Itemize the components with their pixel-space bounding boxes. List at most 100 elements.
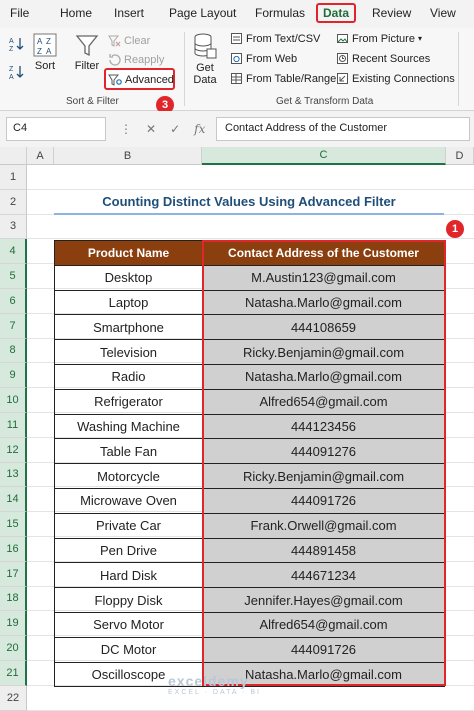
cell-contact-address[interactable]: 444108659 [202, 314, 445, 341]
cell-product-name[interactable]: Refrigerator [54, 388, 203, 415]
cell-product-name[interactable]: Pen Drive [54, 537, 203, 564]
text-file-icon [231, 33, 242, 44]
tab-page-layout[interactable]: Page Layout [169, 6, 236, 20]
get-data-button[interactable]: Get Data [192, 32, 218, 86]
cell-product-name[interactable]: Microwave Oven [54, 487, 203, 514]
table-row: Table Fan 444091276 [54, 438, 445, 465]
row-header[interactable]: 21 [0, 661, 27, 686]
column-header-b[interactable]: B [54, 147, 202, 165]
tab-home[interactable]: Home [60, 6, 92, 20]
cell-product-name[interactable]: Hard Disk [54, 562, 203, 589]
recent-sources-icon [337, 53, 348, 64]
cancel-icon[interactable]: ✕ [146, 122, 156, 136]
cell-product-name[interactable]: Motorcycle [54, 463, 203, 489]
sort-az-icon[interactable]: AZ [8, 36, 24, 52]
advanced-button-content[interactable]: Advanced [108, 73, 174, 86]
cell-contact-address[interactable]: 444091276 [202, 438, 445, 465]
tab-review[interactable]: Review [372, 6, 411, 20]
gridline [27, 709, 474, 711]
row-header[interactable]: 14 [0, 487, 27, 513]
cell-contact-address[interactable]: Ricky.Benjamin@gmail.com [202, 339, 445, 365]
table-row: Servo Motor Alfred654@gmail.com [54, 611, 445, 638]
cell-contact-address[interactable]: Natasha.Marlo@gmail.com [202, 363, 445, 390]
row-header[interactable]: 11 [0, 413, 27, 438]
row-header[interactable]: 17 [0, 561, 27, 587]
cell-product-name[interactable]: Laptop [54, 289, 203, 316]
tab-insert[interactable]: Insert [114, 6, 144, 20]
from-text-csv-button[interactable]: From Text/CSV [230, 32, 320, 45]
cell-contact-address[interactable]: 444091726 [202, 487, 445, 514]
cell-contact-address[interactable]: Jennifer.Hayes@gmail.com [202, 587, 445, 613]
header-contact-address[interactable]: Contact Address of the Customer [202, 240, 445, 266]
row-header[interactable]: 6 [0, 289, 27, 314]
tab-view[interactable]: View [430, 6, 456, 20]
row-header[interactable]: 3 [0, 214, 27, 240]
cell-contact-address[interactable]: Alfred654@gmail.com [202, 611, 445, 638]
row-header[interactable]: 7 [0, 313, 27, 339]
sort-za-icon[interactable]: ZA [8, 64, 24, 80]
column-header-a[interactable]: A [27, 147, 54, 165]
row-header[interactable]: 1 [0, 165, 27, 190]
existing-connections-button[interactable]: Existing Connections [336, 72, 455, 85]
row-header[interactable]: 2 [0, 189, 27, 215]
get-data-label-1: Get [196, 62, 214, 74]
select-all-corner[interactable] [0, 147, 27, 165]
column-header-d[interactable]: D [446, 147, 474, 165]
cell-contact-address[interactable]: 444671234 [202, 562, 445, 589]
reapply-button[interactable]: Reapply [108, 53, 164, 66]
formula-input[interactable]: Contact Address of the Customer [216, 117, 470, 141]
ribbon-data: AZ ZA AZZA Sort Filter Clear Reapply Adv… [0, 28, 474, 114]
row-header[interactable]: 19 [0, 611, 27, 637]
svg-text:Z: Z [37, 47, 42, 56]
cell-contact-address[interactable]: Ricky.Benjamin@gmail.com [202, 463, 445, 489]
filter-button[interactable]: Filter [74, 32, 100, 72]
cell-contact-address[interactable]: Natasha.Marlo@gmail.com [202, 289, 445, 316]
row-header[interactable]: 13 [0, 462, 27, 488]
cell-contact-address[interactable]: M.Austin123@gmail.com [202, 264, 445, 291]
from-picture-button[interactable]: From Picture ▾ [336, 32, 422, 45]
cell-contact-address[interactable]: 444891458 [202, 537, 445, 564]
cell-product-name[interactable]: Radio [54, 363, 203, 390]
cell-product-name[interactable]: Television [54, 339, 203, 365]
cell-product-name[interactable]: Smartphone [54, 314, 203, 341]
row-header[interactable]: 4 [0, 239, 27, 265]
name-box[interactable]: C4 [6, 117, 106, 141]
from-web-button[interactable]: From Web [230, 52, 297, 65]
column-header-c[interactable]: C [202, 147, 446, 165]
cell-product-name[interactable]: Private Car [54, 512, 203, 539]
row-header[interactable]: 18 [0, 586, 27, 612]
header-product-name[interactable]: Product Name [54, 240, 203, 266]
tab-formulas[interactable]: Formulas [255, 6, 305, 20]
row-header[interactable]: 5 [0, 264, 27, 289]
row-header[interactable]: 20 [0, 636, 27, 661]
cell-product-name[interactable]: Floppy Disk [54, 587, 203, 613]
row-header[interactable]: 22 [0, 685, 27, 711]
row-header[interactable]: 9 [0, 363, 27, 389]
cell-product-name[interactable]: Servo Motor [54, 611, 203, 638]
row-header[interactable]: 12 [0, 437, 27, 463]
advanced-filter-icon [108, 74, 122, 86]
row-header[interactable]: 16 [0, 537, 27, 562]
from-table-range-button[interactable]: From Table/Range [230, 72, 336, 85]
row-header[interactable]: 8 [0, 338, 27, 364]
tab-file[interactable]: File [10, 6, 29, 20]
group-divider [184, 32, 185, 106]
formula-controls: ⋮ ✕ ✓ fx [114, 117, 214, 141]
row-header[interactable]: 10 [0, 388, 27, 413]
cell-product-name[interactable]: Washing Machine [54, 413, 203, 440]
cell-contact-address[interactable]: 444091726 [202, 636, 445, 663]
sort-button[interactable]: AZZA Sort [32, 32, 58, 72]
cell-contact-address[interactable]: Alfred654@gmail.com [202, 388, 445, 415]
cell-product-name[interactable]: Desktop [54, 264, 203, 291]
tab-data[interactable]: Data [316, 3, 357, 23]
enter-icon[interactable]: ✓ [170, 122, 180, 136]
row-header[interactable]: 15 [0, 512, 27, 537]
filter-label: Filter [74, 60, 100, 72]
function-icon[interactable]: fx [194, 122, 205, 136]
recent-sources-button[interactable]: Recent Sources [336, 52, 430, 65]
cell-product-name[interactable]: DC Motor [54, 636, 203, 663]
cell-contact-address[interactable]: Frank.Orwell@gmail.com [202, 512, 445, 539]
cell-contact-address[interactable]: 444123456 [202, 413, 445, 440]
clear-button[interactable]: Clear [108, 34, 150, 47]
cell-product-name[interactable]: Table Fan [54, 438, 203, 465]
